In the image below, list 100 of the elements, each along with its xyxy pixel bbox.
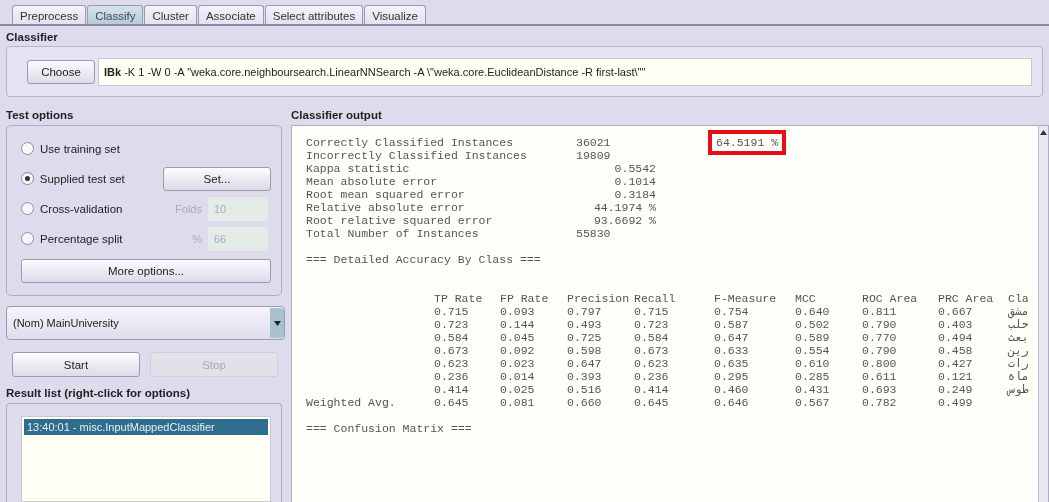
row-label: Weighted Avg. — [306, 396, 397, 409]
tab[interactable]: Preprocess — [12, 5, 87, 24]
table-cell-text: 0.598 — [567, 344, 603, 357]
table-cell-text: 0.144 — [500, 318, 536, 331]
table-cell-text: 0.790 — [862, 318, 898, 331]
table-cell-text: 0.393 — [567, 370, 603, 383]
table-cell-text: 0.723 — [434, 318, 470, 331]
run-button[interactable]: Start — [12, 352, 140, 377]
table-cell-text: 0.725 — [567, 331, 603, 344]
table-cell-text: رات — [1008, 357, 1030, 370]
output-label: Mean absolute error — [306, 175, 439, 188]
caret-icon — [270, 308, 284, 338]
output-label: Incorrectly Classified Instances — [306, 149, 528, 162]
table-cell-text: 0.093 — [500, 305, 536, 318]
table-cell-text: 0.754 — [714, 305, 750, 318]
output-value: 0.5542 — [613, 162, 656, 175]
output-value: 55830 — [576, 227, 612, 240]
table-cell-text: بعث — [1008, 331, 1030, 344]
output-value: 36021 — [576, 136, 612, 149]
table-cell-text: 0.025 — [500, 383, 536, 396]
table-cell-text: 0.790 — [862, 344, 898, 357]
field-label: % — [191, 232, 202, 245]
output-label: Root relative squared error — [306, 214, 494, 227]
tab[interactable]: Select attributes — [264, 5, 364, 24]
output-value: 0.1014 — [613, 175, 656, 188]
radio-label: Use training set — [40, 142, 121, 155]
table-cell-text: 0.045 — [500, 331, 536, 344]
output-label: Kappa statistic — [306, 162, 411, 175]
column-header: FP Rate — [500, 292, 550, 305]
table-cell-text: 0.014 — [500, 370, 536, 383]
output-value: 0.3184 — [613, 188, 656, 201]
tab[interactable]: Cluster — [144, 5, 197, 24]
table-cell-text: 0.800 — [862, 357, 898, 370]
table-cell-text: 0.589 — [795, 331, 831, 344]
table-cell-text: 0.431 — [795, 383, 831, 396]
column-header: F-Measure — [714, 292, 778, 305]
radio-label: Supplied test set — [39, 172, 126, 185]
table-cell-text: 0.610 — [795, 357, 831, 370]
table-cell-text: 0.673 — [634, 344, 670, 357]
table-cell-text: 0.236 — [434, 370, 470, 383]
scroll-up-icon[interactable] — [1040, 130, 1047, 135]
more-options-button[interactable]: More options... — [21, 259, 271, 283]
radio-button[interactable] — [21, 142, 34, 155]
result-item[interactable]: 13:40:01 - misc.InputMappedClassifier — [24, 419, 268, 435]
table-cell-text: 0.623 — [634, 357, 670, 370]
table-cell-text: 0.494 — [938, 331, 974, 344]
table-cell-text: 0.460 — [714, 383, 750, 396]
output-label: Correctly Classified Instances — [306, 136, 515, 149]
table-cell-text: 0.611 — [862, 370, 898, 383]
table-cell-text: 0.647 — [567, 357, 603, 370]
table-cell-text: 0.023 — [500, 357, 536, 370]
column-header: Cla — [1008, 292, 1030, 305]
section-title: Classifier output — [291, 109, 383, 123]
output-label: Relative absolute error — [306, 201, 466, 214]
table-cell-text: 0.782 — [862, 396, 898, 409]
tab[interactable]: Visualize — [364, 5, 427, 24]
output-label: Total Number of Instances — [306, 227, 480, 240]
table-cell-text: 0.236 — [634, 370, 670, 383]
radio-button[interactable] — [21, 172, 34, 185]
table-cell-text: 0.458 — [938, 344, 974, 357]
table-cell-text: 0.567 — [795, 396, 831, 409]
choose-button[interactable]: Choose — [27, 60, 95, 84]
table-cell-text: 0.797 — [567, 305, 603, 318]
table-cell-text: 0.633 — [714, 344, 750, 357]
column-header: TP Rate — [434, 292, 484, 305]
set-button[interactable]: Set... — [163, 166, 271, 191]
column-header: MCC — [795, 292, 817, 305]
table-cell-text: 0.414 — [434, 383, 470, 396]
scrollbar[interactable] — [1038, 126, 1048, 502]
classifier-field[interactable]: IBk -K 1 -W 0 -A "weka.core.neighboursearch.LinearNNSearch -A \"weka.core.EuclideanDistance -R first-last\"" — [98, 58, 1032, 86]
column-header: ROC Area — [862, 292, 919, 305]
table-cell-text: 0.403 — [938, 318, 974, 331]
tab[interactable]: Classify — [87, 5, 144, 24]
class-dropdown[interactable]: (Nom) MainUniversity — [6, 306, 285, 340]
table-cell-text: 0.249 — [938, 383, 974, 396]
output-value: 93.6692 % — [592, 214, 656, 227]
output-heading: === Detailed Accuracy By Class === — [306, 253, 541, 266]
output-heading: === Confusion Matrix === — [306, 422, 472, 435]
table-cell-text: ماة — [1008, 370, 1030, 383]
table-cell-text: 0.081 — [500, 396, 536, 409]
table-cell-text: 0.635 — [714, 357, 750, 370]
column-header: PRC Area — [938, 292, 995, 305]
table-cell-text: 0.623 — [434, 357, 470, 370]
table-cell-text: 0.584 — [634, 331, 670, 344]
table-cell-text: 0.295 — [714, 370, 750, 383]
table-cell-text: 0.554 — [795, 344, 831, 357]
output-label: Root mean squared error — [306, 188, 466, 201]
table-cell-text: 0.770 — [862, 331, 898, 344]
radio-label: Cross-validation — [40, 202, 124, 215]
table-cell-text: 0.640 — [795, 305, 831, 318]
column-header: Precision — [567, 292, 631, 305]
table-cell-text: 0.584 — [434, 331, 470, 344]
tab[interactable]: Associate — [197, 5, 264, 24]
table-cell-text: 0.587 — [714, 318, 750, 331]
table-cell-text: 0.811 — [862, 305, 898, 318]
section-title: Test options — [6, 109, 75, 123]
table-cell-text: 0.645 — [634, 396, 670, 409]
table-cell-text: 0.499 — [938, 396, 974, 409]
table-cell-text: حلب — [1008, 318, 1030, 331]
table-cell-text: 0.647 — [714, 331, 750, 344]
